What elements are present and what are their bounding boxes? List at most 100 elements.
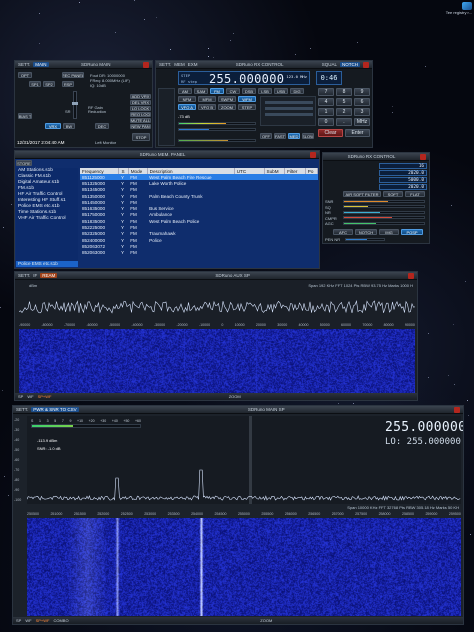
- sp1-button[interactable]: SP1: [29, 81, 41, 87]
- freq-lock-button[interactable]: FREQ LOCK: [130, 112, 151, 117]
- sp2-button[interactable]: SP2: [43, 81, 55, 87]
- aux-wf-mode[interactable]: WF: [27, 394, 33, 399]
- rx-frequency-value[interactable]: 255.000000: [209, 72, 284, 86]
- main-spwf-mode[interactable]: SP+WF: [36, 618, 50, 623]
- close-icon[interactable]: [310, 151, 316, 158]
- new-pan-button[interactable]: NEW PAN: [130, 124, 151, 129]
- clear-button[interactable]: Clear: [318, 129, 343, 137]
- aux-spwf-mode[interactable]: SP+WF: [38, 394, 52, 399]
- mute-all-button[interactable]: MUTE ALL: [130, 118, 151, 123]
- keypad-key[interactable]: 4: [318, 98, 334, 106]
- posp-button[interactable]: POSP: [401, 229, 423, 235]
- lo-frequency-display[interactable]: LO: 255.000000: [385, 437, 461, 447]
- sub-value[interactable]: 2020.0: [379, 170, 427, 176]
- keypad-key[interactable]: 9: [354, 88, 370, 96]
- keypad-key[interactable]: .: [336, 118, 352, 126]
- vfo-b-button[interactable]: VFO B: [198, 104, 216, 110]
- main-spectrum-trace[interactable]: [27, 464, 461, 504]
- close-icon[interactable]: [420, 153, 426, 160]
- keypad-key[interactable]: 5: [336, 98, 352, 106]
- aux-sp-mode[interactable]: SP: [18, 394, 23, 399]
- aux-tab-sett[interactable]: SETT.: [18, 273, 30, 278]
- nfm-button[interactable]: NFM: [178, 96, 196, 102]
- table-row[interactable]: 852063000 Y FM: [80, 250, 318, 256]
- close-icon[interactable]: [408, 272, 414, 279]
- add-vrx-button[interactable]: ADD VRX: [130, 94, 151, 99]
- mode-dig-button[interactable]: DIG: [290, 88, 304, 94]
- agc-med-button[interactable]: MED: [288, 133, 300, 139]
- agc-slow-button[interactable]: SLOW: [302, 133, 314, 139]
- keypad-key[interactable]: 8: [336, 88, 352, 96]
- squelch-meter[interactable]: [178, 128, 256, 131]
- meter-slider[interactable]: [343, 221, 425, 225]
- keypad-key[interactable]: 1: [318, 108, 334, 116]
- meter-slider[interactable]: [343, 216, 425, 219]
- enter-button[interactable]: Enter: [345, 129, 370, 137]
- volume-slider[interactable]: [178, 139, 256, 142]
- mode-cw-button[interactable]: CW: [226, 88, 240, 94]
- bw-button[interactable]: BW: [63, 123, 75, 129]
- dec-button[interactable]: DEC: [95, 123, 109, 129]
- mfm-button[interactable]: MFM: [198, 96, 216, 102]
- lo-lock-button[interactable]: LO LOCK: [130, 106, 151, 111]
- pen-nr-slider[interactable]: [345, 238, 385, 241]
- close-icon[interactable]: [363, 61, 369, 68]
- aux-tab-if[interactable]: IF: [33, 273, 37, 278]
- stop-button[interactable]: STOP: [132, 133, 150, 141]
- close-icon[interactable]: [143, 61, 149, 68]
- keypad-key[interactable]: MHz: [354, 118, 370, 126]
- main-zoom[interactable]: ZOOM: [73, 618, 460, 623]
- aux-spectrum-trace[interactable]: [19, 289, 415, 322]
- afc-button[interactable]: AFC: [333, 229, 353, 235]
- memory-group-item[interactable]: VHF Air Traffic Control: [16, 216, 78, 222]
- aux-tab-ream[interactable]: REAM: [40, 273, 58, 278]
- main-combo-mode[interactable]: COMBO: [53, 618, 68, 623]
- pwr-snr-csv-button[interactable]: PWR & SNR TO CSV: [31, 407, 79, 412]
- rx-tab-squal[interactable]: SQUAL: [322, 62, 337, 67]
- sub-value[interactable]: 2020.0: [379, 184, 427, 190]
- main-sp-mode[interactable]: SP: [16, 618, 21, 623]
- wfm-button[interactable]: WFM: [238, 96, 256, 102]
- air-soft-filter-button[interactable]: AIR SOFT FILTER: [343, 191, 381, 197]
- keypad-key[interactable]: 7: [318, 88, 334, 96]
- bias-t-button[interactable]: BIAS T: [18, 113, 32, 119]
- aux-zoom[interactable]: ZOOM: [55, 394, 414, 399]
- rx-tab-sett[interactable]: SETT.: [159, 62, 171, 67]
- aux-waterfall[interactable]: [19, 329, 415, 393]
- gain-slider-thumb[interactable]: [72, 102, 78, 105]
- rx-tab-mem[interactable]: MEM: [174, 62, 185, 67]
- rx-tab-exm[interactable]: EXM: [188, 62, 198, 67]
- sub-value[interactable]: 16: [379, 163, 427, 169]
- vrx-button[interactable]: VRX: [45, 123, 61, 129]
- gain-slider[interactable]: [72, 91, 78, 119]
- step-button[interactable]: STEP: [238, 104, 256, 110]
- keypad-key[interactable]: 6: [354, 98, 370, 106]
- mode-sam-button[interactable]: SAM: [194, 88, 208, 94]
- mode-usb-button[interactable]: USB: [274, 88, 288, 94]
- rx-tab-notch[interactable]: NOTCH: [340, 62, 360, 67]
- swfm-button[interactable]: SWFM: [218, 96, 236, 102]
- del-vrx-button[interactable]: DEL VRX: [130, 100, 151, 105]
- close-icon[interactable]: [454, 406, 460, 413]
- filter-bar[interactable]: [265, 107, 313, 110]
- keypad-key[interactable]: 3: [354, 108, 370, 116]
- notch-button[interactable]: NOTCH: [355, 229, 377, 235]
- keypad-key[interactable]: 0: [318, 118, 334, 126]
- sub-value[interactable]: 5000.0: [379, 177, 427, 183]
- rsp-button[interactable]: RSP: [62, 81, 74, 87]
- keypad-key[interactable]: 2: [336, 108, 352, 116]
- zoom-button[interactable]: ZOOM: [218, 104, 236, 110]
- mode-lsb-button[interactable]: LSB: [258, 88, 272, 94]
- mode-am-button[interactable]: AM: [178, 88, 192, 94]
- mode-fm-button[interactable]: FM: [210, 88, 224, 94]
- filter-bar[interactable]: [265, 113, 313, 116]
- main-tab-sett[interactable]: SETT.: [18, 62, 30, 67]
- meter-slider[interactable]: [343, 199, 425, 203]
- meter-slider[interactable]: [343, 205, 425, 208]
- rec-panel-button[interactable]: REC PANEL: [62, 72, 84, 78]
- opt-button[interactable]: OPT: [18, 72, 32, 78]
- main-frequency-display[interactable]: 255.000000: [385, 420, 463, 435]
- agc-off-button[interactable]: OFF: [260, 133, 272, 139]
- mainsp-tab-sett[interactable]: SETT.: [16, 407, 28, 412]
- mode-dsb-button[interactable]: DSB: [242, 88, 256, 94]
